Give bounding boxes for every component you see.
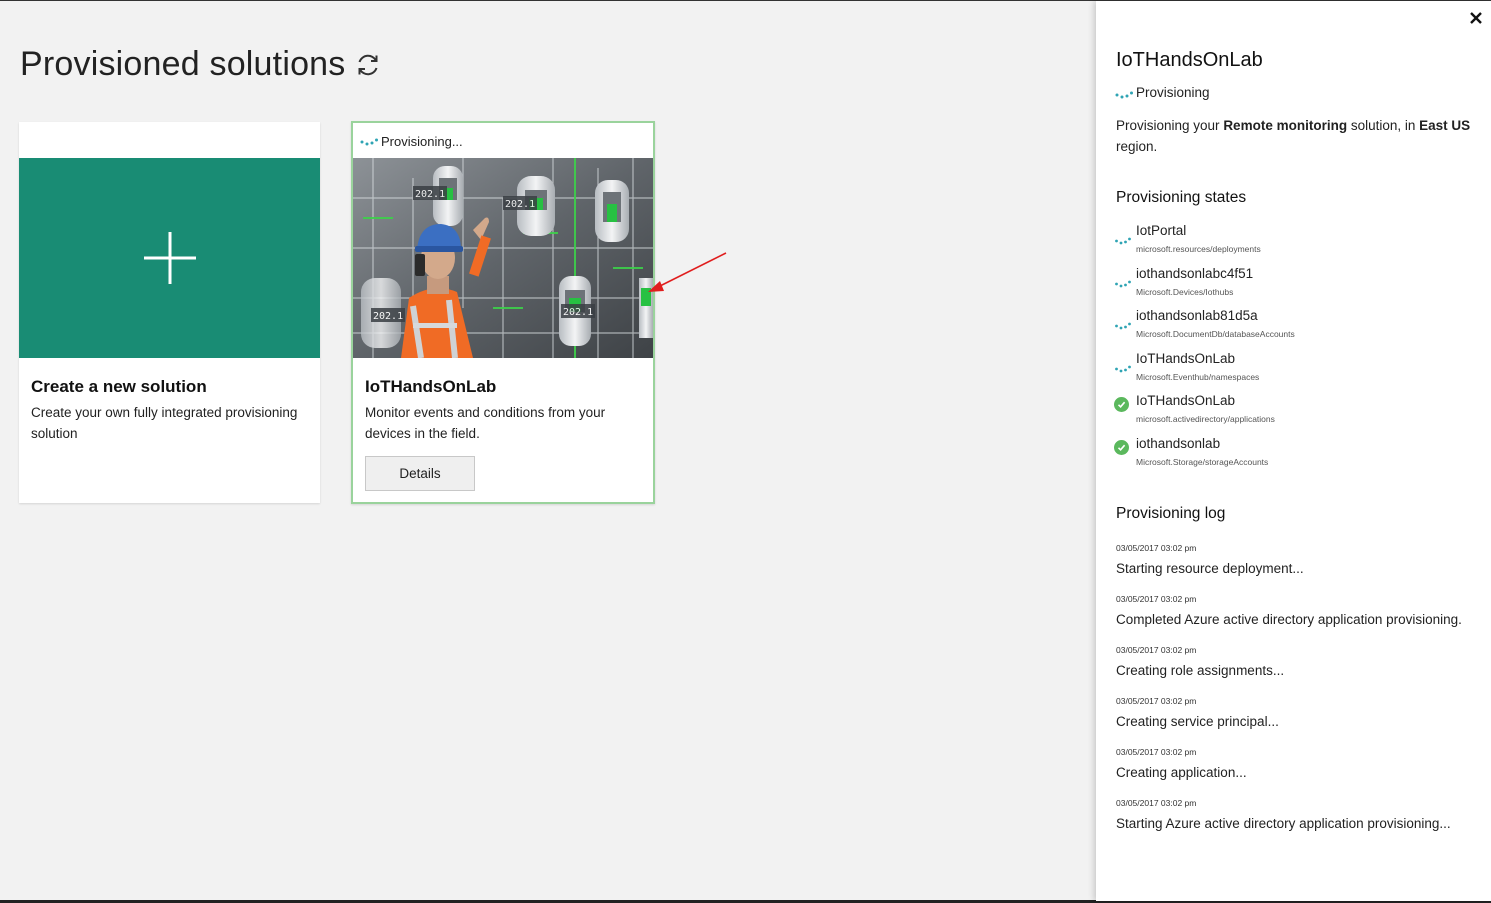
log-list: 03/05/2017 03:02 pm Starting resource dep…: [1116, 542, 1481, 848]
solution-image: 202.1 202.1 202.1 202.1: [353, 158, 653, 358]
page-title: Provisioned solutions: [20, 45, 346, 83]
plus-icon: [143, 232, 196, 284]
solution-description: Monitor events and conditions from your …: [365, 405, 606, 441]
state-name: iothandsonlab81d5a: [1136, 308, 1258, 323]
svg-text:202.1: 202.1: [415, 189, 445, 200]
solution-title: IoTHandsOnLab: [365, 377, 497, 396]
industrial-worker-image: 202.1 202.1 202.1 202.1: [353, 158, 653, 358]
log-heading: Provisioning log: [1116, 505, 1226, 522]
spinner-icon: [360, 138, 378, 145]
states-list: IotPortal microsoft.resources/deployments…: [1114, 223, 1474, 478]
panel-status: Provisioning: [1114, 85, 1210, 100]
details-button[interactable]: Details: [365, 456, 475, 491]
create-solution-card[interactable]: Create a new solution Create your own fu…: [19, 122, 320, 503]
create-solution-title: Create a new solution: [31, 377, 207, 396]
close-icon[interactable]: [1469, 11, 1483, 25]
state-type: Microsoft.Eventhub/namespaces: [1136, 371, 1260, 382]
create-solution-tile[interactable]: [19, 158, 320, 358]
log-message: Completed Azure active directory applica…: [1116, 612, 1462, 627]
main-area: Provisioned solutions Create a new solut…: [0, 1, 1095, 901]
log-timestamp: 03/05/2017 03:02 pm: [1116, 543, 1197, 553]
svg-text:202.1: 202.1: [373, 311, 403, 322]
check-icon: [1114, 439, 1132, 455]
log-entry: 03/05/2017 03:02 pm Creating service prin…: [1116, 695, 1481, 732]
refresh-icon[interactable]: [354, 51, 382, 79]
provisioning-panel: IoTHandsOnLab Provisioning Provisioning …: [1096, 1, 1491, 901]
spinner-icon: [1115, 280, 1131, 287]
state-type: microsoft.resources/deployments: [1136, 244, 1261, 254]
spinner-icon: [1115, 365, 1131, 372]
state-item: iothandsonlab81d5a Microsoft.DocumentDb/d…: [1114, 308, 1474, 351]
log-message: Starting Azure active directory applicat…: [1116, 816, 1451, 831]
log-timestamp: 03/05/2017 03:02 pm: [1116, 696, 1197, 706]
solution-card[interactable]: Provisioning... 202.1 202.1 202.1 202.1 …: [351, 121, 655, 504]
panel-title: IoTHandsOnLab: [1116, 49, 1263, 71]
log-timestamp: 03/05/2017 03:02 pm: [1116, 798, 1197, 808]
log-message: Creating role assignments...: [1116, 663, 1285, 678]
solution-type: Remote monitoring: [1223, 118, 1348, 133]
annotation-arrow-icon: [648, 252, 727, 292]
spinner-icon: [1115, 91, 1133, 98]
create-solution-description: Create your own fully integrated provisi…: [31, 405, 298, 441]
states-heading: Provisioning states: [1116, 189, 1247, 206]
panel-description: Provisioning your Remote monitoring solu…: [1116, 118, 1471, 154]
log-entry: 03/05/2017 03:02 pm Creating application.…: [1116, 746, 1481, 783]
svg-text:202.1: 202.1: [505, 199, 535, 210]
log-entry: 03/05/2017 03:02 pm Starting Azure active…: [1116, 797, 1481, 834]
state-name: iothandsonlab: [1136, 435, 1221, 451]
state-item: iothandsonlabc4f51 Microsoft.Devices/Ioth…: [1114, 266, 1474, 309]
state-item: IotPortal microsoft.resources/deployments: [1114, 223, 1474, 266]
log-timestamp: 03/05/2017 03:02 pm: [1116, 594, 1197, 604]
log-message: Creating application...: [1116, 765, 1247, 780]
state-item: IoTHandsOnLab microsoft.activedirectory/a…: [1114, 393, 1474, 436]
log-entry: 03/05/2017 03:02 pm Starting resource dep…: [1116, 542, 1481, 579]
state-name: IoTHandsOnLab: [1136, 393, 1236, 408]
log-entry: 03/05/2017 03:02 pm Completed Azure activ…: [1116, 593, 1481, 630]
spinner-icon: [1115, 237, 1131, 245]
log-timestamp: 03/05/2017 03:02 pm: [1116, 747, 1197, 757]
state-name: IotPortal: [1136, 223, 1187, 238]
state-type: Microsoft.Devices/Iothubs: [1136, 286, 1234, 297]
check-icon: [1114, 396, 1132, 412]
panel-status-text: Provisioning: [1136, 85, 1210, 100]
state-item: iothandsonlab Microsoft.Storage/storageAc…: [1114, 436, 1474, 479]
state-type: microsoft.activedirectory/applications: [1136, 414, 1275, 424]
solution-card-status-text: Provisioning...: [381, 134, 463, 149]
log-timestamp: 03/05/2017 03:02 pm: [1116, 645, 1197, 655]
spinner-icon: [1115, 322, 1131, 330]
svg-text:202.1: 202.1: [563, 307, 593, 318]
log-message: Creating service principal...: [1116, 714, 1279, 729]
state-item: IoTHandsOnLab Microsoft.Eventhub/namespac…: [1114, 351, 1474, 394]
state-name: IoTHandsOnLab: [1136, 350, 1236, 366]
log-message: Starting resource deployment...: [1116, 561, 1304, 576]
solution-card-status: Provisioning...: [359, 134, 463, 149]
region: East US: [1419, 118, 1471, 133]
state-name: iothandsonlabc4f51: [1136, 265, 1254, 281]
state-type: Microsoft.Storage/storageAccounts: [1136, 456, 1269, 467]
state-type: Microsoft.DocumentDb/databaseAccounts: [1136, 329, 1295, 339]
log-entry: 03/05/2017 03:02 pm Creating role assignm…: [1116, 644, 1481, 681]
